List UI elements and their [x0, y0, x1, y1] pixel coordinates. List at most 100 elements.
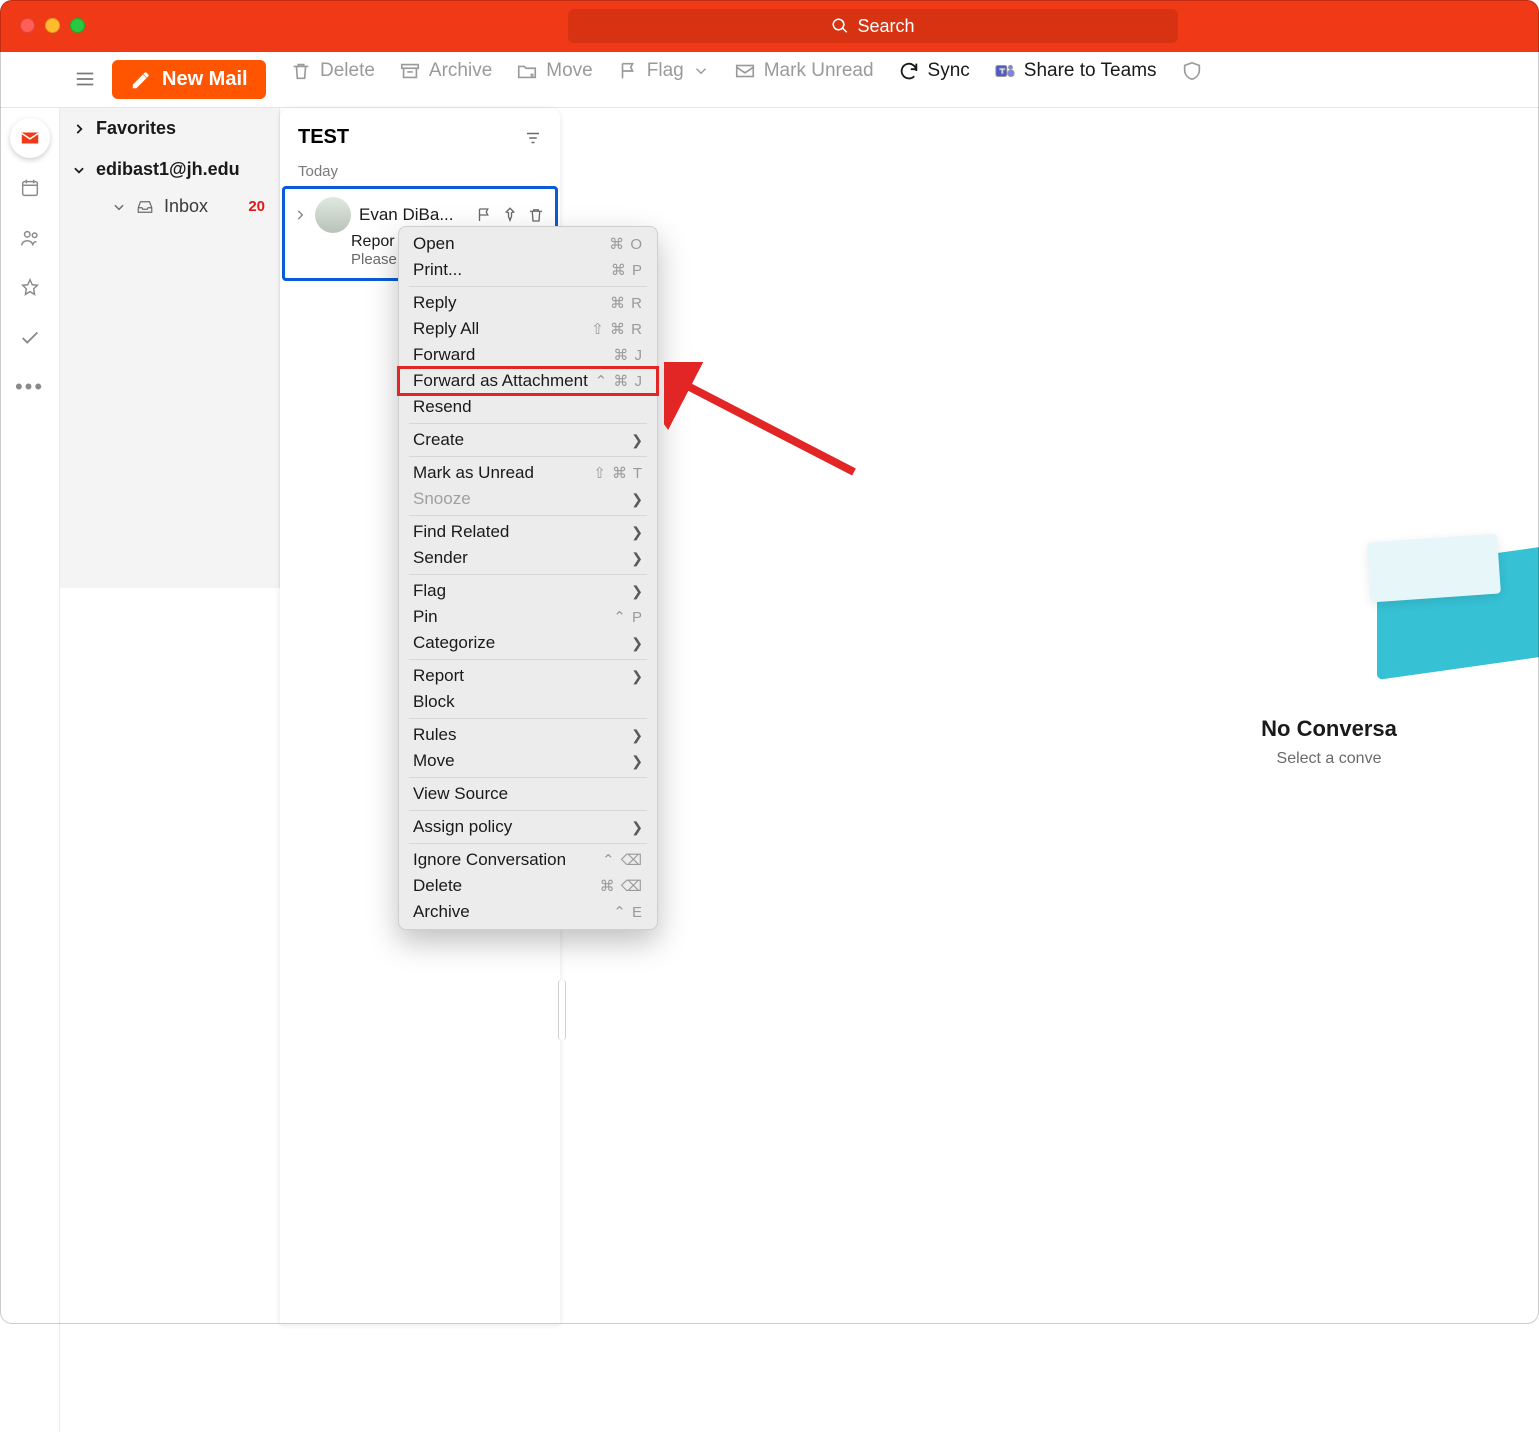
- filter-icon[interactable]: [524, 129, 542, 147]
- ctx-mark-unread[interactable]: Mark as Unread⇧ ⌘ T: [399, 460, 657, 486]
- inbox-icon: [136, 198, 154, 216]
- minimize-window-button[interactable]: [45, 18, 60, 33]
- splitter-handle[interactable]: [558, 980, 566, 1040]
- sync-label: Sync: [928, 60, 970, 82]
- mail-unread-icon: [734, 60, 756, 82]
- ctx-move[interactable]: Move❯: [399, 748, 657, 774]
- ctx-flag[interactable]: Flag❯: [399, 578, 657, 604]
- favorites-header[interactable]: Favorites: [60, 108, 279, 149]
- mark-unread-button[interactable]: Mark Unread: [734, 60, 874, 82]
- hamburger-icon: [74, 68, 96, 90]
- reading-pane: No Conversa Select a conve: [572, 108, 1539, 1324]
- ctx-block[interactable]: Block: [399, 689, 657, 715]
- message-context-menu: Open⌘ O Print...⌘ P Reply⌘ R Reply All⇧ …: [398, 226, 658, 930]
- flag-icon[interactable]: [475, 206, 493, 224]
- account-label: edibast1@jh.edu: [96, 159, 240, 180]
- ctx-create[interactable]: Create❯: [399, 427, 657, 453]
- move-button[interactable]: Move: [516, 60, 592, 82]
- teams-icon: [994, 60, 1016, 82]
- sync-icon: [898, 60, 920, 82]
- pin-icon[interactable]: [501, 206, 519, 224]
- search-placeholder: Search: [857, 16, 914, 37]
- ctx-sender[interactable]: Sender❯: [399, 545, 657, 571]
- ctx-categorize[interactable]: Categorize❯: [399, 630, 657, 656]
- ctx-ignore-conversation[interactable]: Ignore Conversation⌃ ⌫: [399, 847, 657, 873]
- inbox-unread-count: 20: [248, 198, 265, 215]
- chevron-right-icon: ❯: [631, 727, 643, 744]
- chevron-right-icon: ❯: [631, 635, 643, 652]
- delete-label: Delete: [320, 60, 375, 82]
- archive-icon: [399, 60, 421, 82]
- zoom-window-button[interactable]: [70, 18, 85, 33]
- mark-unread-label: Mark Unread: [764, 60, 874, 82]
- app-rail: •••: [0, 108, 60, 1432]
- star-icon: [19, 277, 41, 299]
- avatar: [315, 197, 351, 233]
- favorites-label: Favorites: [96, 118, 176, 139]
- account-header[interactable]: edibast1@jh.edu: [60, 149, 279, 190]
- ctx-rules[interactable]: Rules❯: [399, 722, 657, 748]
- ctx-forward[interactable]: Forward⌘ J: [399, 342, 657, 368]
- message-sender: Evan DiBa...: [359, 205, 454, 225]
- folder-inbox[interactable]: Inbox 20: [60, 190, 279, 223]
- empty-state: No Conversa Select a conve: [1119, 538, 1539, 768]
- trash-icon[interactable]: [527, 206, 545, 224]
- ctx-forward-as-attachment[interactable]: Forward as Attachment⌃ ⌘ J: [399, 368, 657, 394]
- empty-title: No Conversa: [1119, 716, 1539, 742]
- rail-calendar[interactable]: [10, 168, 50, 208]
- sidebar-toggle-button[interactable]: [74, 68, 98, 92]
- people-icon: [19, 227, 41, 249]
- protection-button[interactable]: [1181, 60, 1203, 82]
- rail-mail[interactable]: [10, 118, 50, 158]
- search-field[interactable]: Search: [568, 9, 1178, 43]
- share-teams-button[interactable]: Share to Teams: [994, 60, 1157, 82]
- titlebar: Search: [0, 0, 1539, 52]
- flag-button[interactable]: Flag: [617, 60, 710, 82]
- ctx-reply-all[interactable]: Reply All⇧ ⌘ R: [399, 316, 657, 342]
- ctx-pin[interactable]: Pin⌃ P: [399, 604, 657, 630]
- date-separator: Today: [280, 159, 560, 186]
- folder-title: TEST: [298, 126, 349, 149]
- rail-tasks[interactable]: [10, 318, 50, 358]
- chevron-right-icon: ❯: [631, 668, 643, 685]
- chevron-right-icon: [72, 122, 86, 136]
- chevron-right-icon: ❯: [631, 550, 643, 567]
- chevron-right-icon[interactable]: [293, 208, 307, 222]
- ctx-assign-policy[interactable]: Assign policy❯: [399, 814, 657, 840]
- compose-icon: [130, 69, 152, 91]
- ctx-report[interactable]: Report❯: [399, 663, 657, 689]
- ctx-open[interactable]: Open⌘ O: [399, 231, 657, 257]
- message-hover-actions: [475, 206, 545, 224]
- rail-more-button[interactable]: •••: [0, 374, 59, 400]
- chevron-right-icon: ❯: [631, 491, 643, 508]
- trash-icon: [290, 60, 312, 82]
- empty-subtitle: Select a conve: [1119, 750, 1539, 768]
- new-mail-label: New Mail: [162, 68, 248, 91]
- ctx-view-source[interactable]: View Source: [399, 781, 657, 807]
- archive-label: Archive: [429, 60, 492, 82]
- check-icon: [19, 327, 41, 349]
- archive-button[interactable]: Archive: [399, 60, 492, 82]
- delete-button[interactable]: Delete: [290, 60, 375, 82]
- ctx-snooze: Snooze❯: [399, 486, 657, 512]
- ctx-print[interactable]: Print...⌘ P: [399, 257, 657, 283]
- window-controls: [20, 18, 85, 33]
- flag-label: Flag: [647, 60, 684, 82]
- empty-state-illustration: [1339, 538, 1539, 688]
- close-window-button[interactable]: [20, 18, 35, 33]
- inbox-label: Inbox: [164, 196, 208, 217]
- mail-icon: [19, 127, 41, 149]
- move-label: Move: [546, 60, 592, 82]
- sync-button[interactable]: Sync: [898, 60, 970, 82]
- ctx-reply[interactable]: Reply⌘ R: [399, 290, 657, 316]
- shield-icon: [1181, 60, 1203, 82]
- rail-people[interactable]: [10, 218, 50, 258]
- rail-favorites[interactable]: [10, 268, 50, 308]
- ctx-resend[interactable]: Resend: [399, 394, 657, 420]
- ctx-delete[interactable]: Delete⌘ ⌫: [399, 873, 657, 899]
- chevron-right-icon: ❯: [631, 819, 643, 836]
- new-mail-button[interactable]: New Mail: [112, 60, 266, 99]
- ctx-archive[interactable]: Archive⌃ E: [399, 899, 657, 925]
- chevron-down-icon: [72, 163, 86, 177]
- ctx-find-related[interactable]: Find Related❯: [399, 519, 657, 545]
